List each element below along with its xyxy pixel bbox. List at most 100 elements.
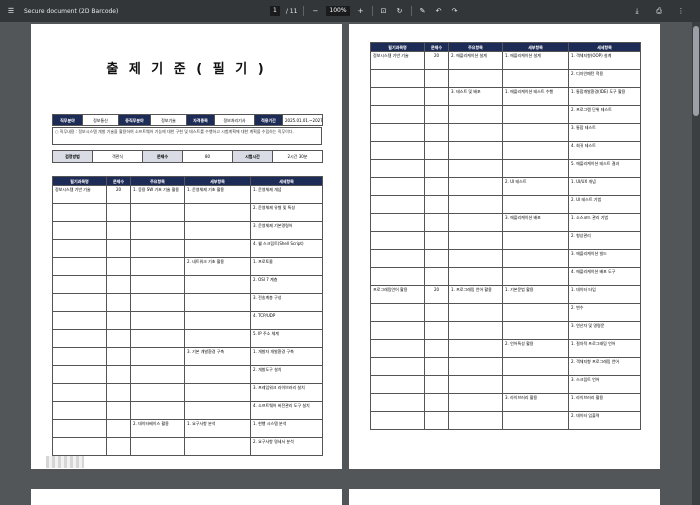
table-cell <box>448 159 503 178</box>
table-cell: 2. 요구사항 명세서 분석 <box>250 437 323 456</box>
print-icon[interactable]: ⎙ <box>654 6 664 16</box>
barcode-watermark <box>46 456 84 468</box>
job-info-table: 직무분야 정보통신 중직무분야 정보기술 자격종목 정보처리기사 적용기간 20… <box>52 114 323 126</box>
table-cell: 20 <box>424 285 449 304</box>
table-row: 정보시스템 기반 기술 20 1. 응용 SW 기초 기술 활용 1. 운영체제 기초… <box>52 185 323 204</box>
table-cell <box>184 239 251 258</box>
table-cell <box>424 393 449 412</box>
table-cell <box>502 231 569 250</box>
zoom-in-icon[interactable]: + <box>356 6 366 16</box>
table-cell <box>370 123 425 142</box>
table-row: 2. UI 테스트 1. UI/UX 개념 <box>370 177 641 196</box>
table-cell <box>52 221 107 240</box>
table-row: 3. 스크립트 언어 <box>370 375 641 394</box>
table-cell <box>370 105 425 124</box>
zoom-out-icon[interactable]: − <box>310 6 320 16</box>
column-header: 세세항목 <box>250 176 323 186</box>
table-cell <box>448 195 503 214</box>
download-icon[interactable]: ⤓ <box>632 6 642 16</box>
toolbar-center: 1 / 11 − 100% + ⊡ ↻ ✎ ↶ ↷ <box>270 0 460 22</box>
column-header: 세부항목 <box>502 42 569 52</box>
table-cell: 1. 응용 SW 기초 기술 활용 <box>130 185 185 204</box>
value-exam-time: 2시간 30분 <box>272 150 323 163</box>
table-cell <box>502 105 569 124</box>
table-cell <box>184 203 251 222</box>
table-cell: 2. 애플리케이션 설계 <box>448 51 503 70</box>
table-cell <box>106 275 131 294</box>
table-cell <box>370 411 425 430</box>
table-cell <box>184 221 251 240</box>
more-options-icon[interactable]: ⋮ <box>676 6 686 16</box>
table-row: 5. IP 주소 체계 <box>52 329 323 348</box>
table-cell: 1. 애플리케이션 설계 <box>502 51 569 70</box>
fit-page-icon[interactable]: ⊡ <box>379 6 389 16</box>
table-cell: 3. 스크립트 언어 <box>568 375 641 394</box>
table-row: 2. OSI 7 계층 <box>52 275 323 294</box>
table-cell: 2. 운영체제 유형 및 특성 <box>250 203 323 222</box>
table-cell <box>502 123 569 142</box>
table-cell <box>424 231 449 250</box>
scrollbar-thumb[interactable] <box>693 26 699 116</box>
table-cell <box>52 401 107 420</box>
rotate-icon[interactable]: ↻ <box>395 6 405 16</box>
table-cell <box>424 411 449 430</box>
table-cell <box>502 303 569 322</box>
table-cell <box>502 321 569 340</box>
table-row: 2. 언어특성 활용 1. 절차적 프로그래밍 언어 <box>370 339 641 358</box>
redo-icon[interactable]: ↷ <box>450 6 460 16</box>
table-cell <box>502 249 569 268</box>
table-cell <box>502 141 569 160</box>
table-cell <box>448 321 503 340</box>
table-cell <box>106 383 131 402</box>
zoom-level-input[interactable]: 100% <box>326 6 350 16</box>
page-title: 출 제 기 준 ( 필 기 ) <box>106 62 267 77</box>
table-cell: 3. 전송계층 구성 <box>250 293 323 312</box>
table-cell <box>130 221 185 240</box>
draw-icon[interactable]: ✎ <box>418 6 428 16</box>
table-cell: 2. 형상관리 <box>568 231 641 250</box>
table-cell <box>130 275 185 294</box>
table-cell <box>502 357 569 376</box>
pdf-page-2: 필기과목명 문제수 주요항목 세부항목 세세항목 정보시스템 기반 기술 20 2. 애플리… <box>349 24 660 469</box>
table-cell: 3. 연산자 및 명령문 <box>568 321 641 340</box>
table-row: 2. 데이터베이스 활용 1. 요구사항 분석 1. 현행 시스템 분석 <box>52 419 323 438</box>
table-cell: 1. 데이터 타입 <box>568 285 641 304</box>
table-cell: 1. 프로그래밍 언어 활용 <box>448 285 503 304</box>
table-cell <box>448 105 503 124</box>
label-qualification: 자격종목 <box>186 114 215 126</box>
table-row: 2. 개발도구 설치 <box>52 365 323 384</box>
column-header: 문제수 <box>424 42 449 52</box>
table-cell <box>184 311 251 330</box>
table-cell: 3. 애플리케이션 배포 <box>502 213 569 232</box>
table-cell: 1. 운영체제 개념 <box>250 185 323 204</box>
table-cell: 3. 운영체제 기본명령어 <box>250 221 323 240</box>
table-cell: 프로그래밍언어 활용 <box>370 285 425 304</box>
table-cell <box>502 195 569 214</box>
table-cell <box>52 257 107 276</box>
table-cell <box>370 231 425 250</box>
menu-icon[interactable]: ☰ <box>6 6 16 16</box>
table-cell: 1. 소스코드 관리 기법 <box>568 213 641 232</box>
table-row: 3. 기본 개발환경 구축 1. 개발자 개발환경 구축 <box>52 347 323 366</box>
table-cell <box>370 321 425 340</box>
table-cell: 1. 라이브러리 활용 <box>568 393 641 412</box>
table-row: 3. 애플리케이션 빌드 <box>370 249 641 268</box>
table-cell: 2. 변수 <box>568 303 641 322</box>
table-cell <box>448 231 503 250</box>
document-viewer[interactable]: 출 제 기 준 ( 필 기 ) 직무분야 정보통신 중직무분야 정보기술 자격종… <box>0 22 692 505</box>
page-number-input[interactable]: 1 <box>270 6 280 16</box>
undo-icon[interactable]: ↶ <box>434 6 444 16</box>
table-cell: 2. UI 테스트 기법 <box>568 195 641 214</box>
toolbar-right: ⤓ ⎙ ⋮ <box>632 0 686 22</box>
table-cell <box>370 69 425 88</box>
exam-criteria-table-continued: 필기과목명 문제수 주요항목 세부항목 세세항목 정보시스템 기반 기술 20 2. 애플리… <box>370 42 641 430</box>
table-cell: 4. 애플리케이션 배포 도구 <box>568 267 641 286</box>
table-cell: 5. 애플리케이션 테스트 결과 <box>568 159 641 178</box>
table-cell: 3. 테스트 및 배포 <box>448 87 503 106</box>
column-header: 문제수 <box>106 176 131 186</box>
table-cell: 2. 프로그램 단위 테스트 <box>568 105 641 124</box>
table-cell: 정보시스템 기반 기술 <box>370 51 425 70</box>
table-cell: 3. 통합 테스트 <box>568 123 641 142</box>
table-cell: 2. 디자인패턴 적용 <box>568 69 641 88</box>
table-row: 3. 연산자 및 명령문 <box>370 321 641 340</box>
